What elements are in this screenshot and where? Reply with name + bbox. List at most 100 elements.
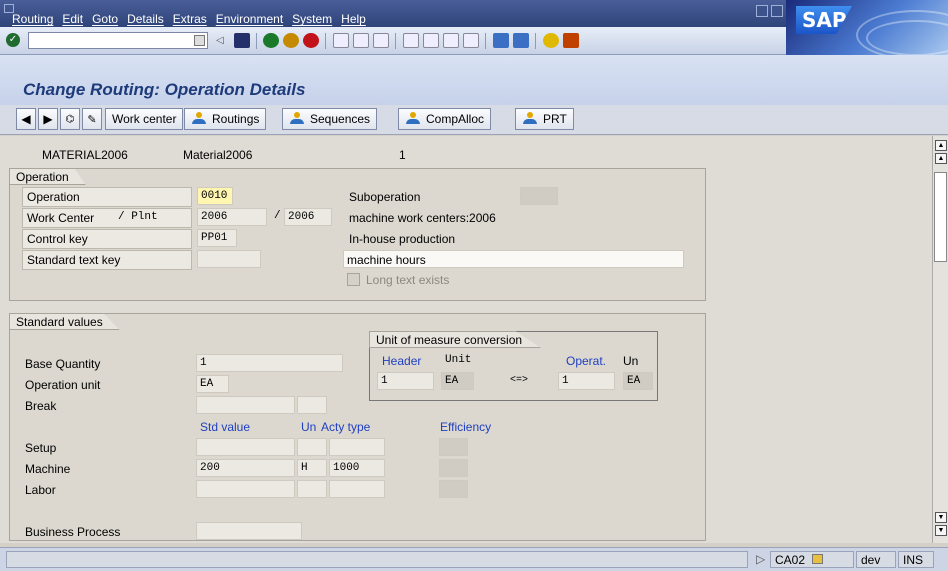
person-icon: [522, 112, 538, 126]
efficiency-column-header: Efficiency: [440, 420, 492, 434]
suboperation-field: [520, 187, 558, 205]
display-change-button[interactable]: ⌬: [60, 108, 80, 130]
print-icon[interactable]: [333, 33, 349, 48]
glasses-icon: ⌬: [65, 113, 75, 125]
minimize-button[interactable]: [756, 5, 768, 17]
plant-field[interactable]: 2006: [284, 208, 332, 226]
routings-button[interactable]: Routings: [184, 108, 267, 130]
operation-unit-field[interactable]: EA: [196, 375, 229, 393]
base-quantity-field[interactable]: 1: [196, 354, 343, 372]
save-icon[interactable]: [234, 33, 250, 48]
status-message-area: [6, 551, 748, 568]
machine-efficiency-field: [439, 459, 468, 477]
uom-operat-value-field[interactable]: 1: [558, 372, 615, 390]
back-small-icon[interactable]: ◁: [216, 33, 232, 48]
compalloc-button[interactable]: CompAlloc: [398, 108, 492, 130]
operation-field[interactable]: 0010: [197, 187, 233, 205]
sequences-label: Sequences: [310, 112, 371, 126]
work-area: MATERIAL2006 Material2006 1 Operation Op…: [0, 136, 932, 543]
control-key-field[interactable]: PP01: [197, 229, 237, 247]
pencil-icon: ✎: [87, 113, 97, 126]
business-process-label: Business Process: [25, 525, 121, 539]
menu-goto[interactable]: Goto: [92, 12, 118, 26]
next-page-icon[interactable]: [443, 33, 459, 48]
command-history-icon[interactable]: [194, 35, 205, 46]
find-icon[interactable]: [353, 33, 369, 48]
uom-conversion-group: Unit of measure conversion Header Unit O…: [369, 331, 658, 401]
session-info-icon[interactable]: [812, 554, 824, 564]
vertical-scrollbar[interactable]: ▲ ▲ ▼ ▼: [932, 136, 948, 543]
prt-label: PRT: [543, 112, 567, 126]
machine-unit-field[interactable]: H: [297, 459, 327, 477]
control-key-description: In-house production: [349, 232, 456, 246]
setup-activity-type-field[interactable]: [329, 438, 385, 456]
work-center-field[interactable]: 2006: [197, 208, 267, 226]
back-icon[interactable]: [263, 33, 279, 48]
labor-label: Labor: [25, 483, 56, 497]
find-next-icon[interactable]: [373, 33, 389, 48]
toolbar-separator: [256, 33, 257, 49]
work-center-button[interactable]: Work center: [105, 108, 184, 130]
menu-items: Routing Edit Goto Details Extras Environ…: [12, 12, 375, 26]
enter-icon[interactable]: ✓: [6, 33, 20, 47]
menu-edit[interactable]: Edit: [62, 12, 83, 26]
work-center-label: Work Center / Plnt: [22, 208, 192, 228]
create-session-icon[interactable]: [493, 33, 509, 48]
operation-group-title: Operation: [9, 168, 86, 185]
uom-header-value-field[interactable]: 1: [377, 372, 434, 390]
edit-button[interactable]: ✎: [82, 108, 102, 130]
transaction-code: CA02: [775, 553, 806, 567]
exit-icon[interactable]: [283, 33, 299, 48]
operation-unit-label: Operation unit: [25, 378, 101, 392]
scroll-page-down-icon[interactable]: ▼: [935, 512, 947, 523]
activity-type-column-header: Acty type: [321, 420, 371, 434]
scroll-down-icon[interactable]: ▼: [935, 525, 947, 536]
transaction-cell[interactable]: CA02: [770, 551, 854, 568]
machine-activity-type-field[interactable]: 1000: [329, 459, 385, 477]
help-icon[interactable]: [543, 33, 559, 48]
base-quantity-label: Base Quantity: [25, 357, 101, 371]
last-page-icon[interactable]: [463, 33, 479, 48]
plant-label: / Plnt: [118, 211, 158, 223]
first-page-icon[interactable]: [403, 33, 419, 48]
scroll-up-icon[interactable]: ▲: [935, 140, 947, 151]
operation-short-text-field[interactable]: machine hours: [343, 250, 684, 268]
previous-page-icon[interactable]: [423, 33, 439, 48]
scroll-thumb[interactable]: [934, 172, 947, 262]
labor-unit-field[interactable]: [297, 480, 327, 498]
setup-value-field[interactable]: [196, 438, 295, 456]
insert-mode-cell[interactable]: INS: [898, 551, 934, 568]
page-title: Change Routing: Operation Details: [23, 80, 306, 99]
menu-extras[interactable]: Extras: [173, 12, 207, 26]
next-button[interactable]: ▶: [38, 108, 58, 130]
labor-value-field[interactable]: [196, 480, 295, 498]
cancel-icon[interactable]: [303, 33, 319, 48]
machine-value-field[interactable]: 200: [196, 459, 295, 477]
control-key-label: Control key: [22, 229, 192, 249]
machine-label: Machine: [25, 462, 71, 476]
setup-unit-field[interactable]: [297, 438, 327, 456]
command-field[interactable]: [28, 32, 208, 49]
business-process-field[interactable]: [196, 522, 302, 540]
menu-environment[interactable]: Environment: [216, 12, 283, 26]
break-field[interactable]: [196, 396, 295, 414]
status-expand-icon[interactable]: ▷: [752, 551, 769, 568]
title-bar: Change Routing: Operation Details: [0, 55, 948, 105]
unit-column-header: Un: [301, 420, 317, 434]
maximize-button[interactable]: [771, 5, 783, 17]
break-unit-field[interactable]: [297, 396, 327, 414]
scroll-page-up-icon[interactable]: ▲: [935, 153, 947, 164]
labor-activity-type-field[interactable]: [329, 480, 385, 498]
prt-button[interactable]: PRT: [515, 108, 574, 130]
layout-menu-icon[interactable]: [563, 33, 579, 48]
sequences-button[interactable]: Sequences: [282, 108, 378, 130]
menu-routing[interactable]: Routing: [12, 12, 53, 26]
menu-details[interactable]: Details: [127, 12, 164, 26]
shortcut-icon[interactable]: [513, 33, 529, 48]
menu-help[interactable]: Help: [341, 12, 366, 26]
sequence-number: 1: [399, 148, 406, 162]
previous-button[interactable]: ◀: [16, 108, 36, 130]
status-bar: ▷ CA02 dev INS: [0, 547, 948, 571]
standard-text-key-field[interactable]: [197, 250, 261, 268]
menu-system[interactable]: System: [292, 12, 332, 26]
